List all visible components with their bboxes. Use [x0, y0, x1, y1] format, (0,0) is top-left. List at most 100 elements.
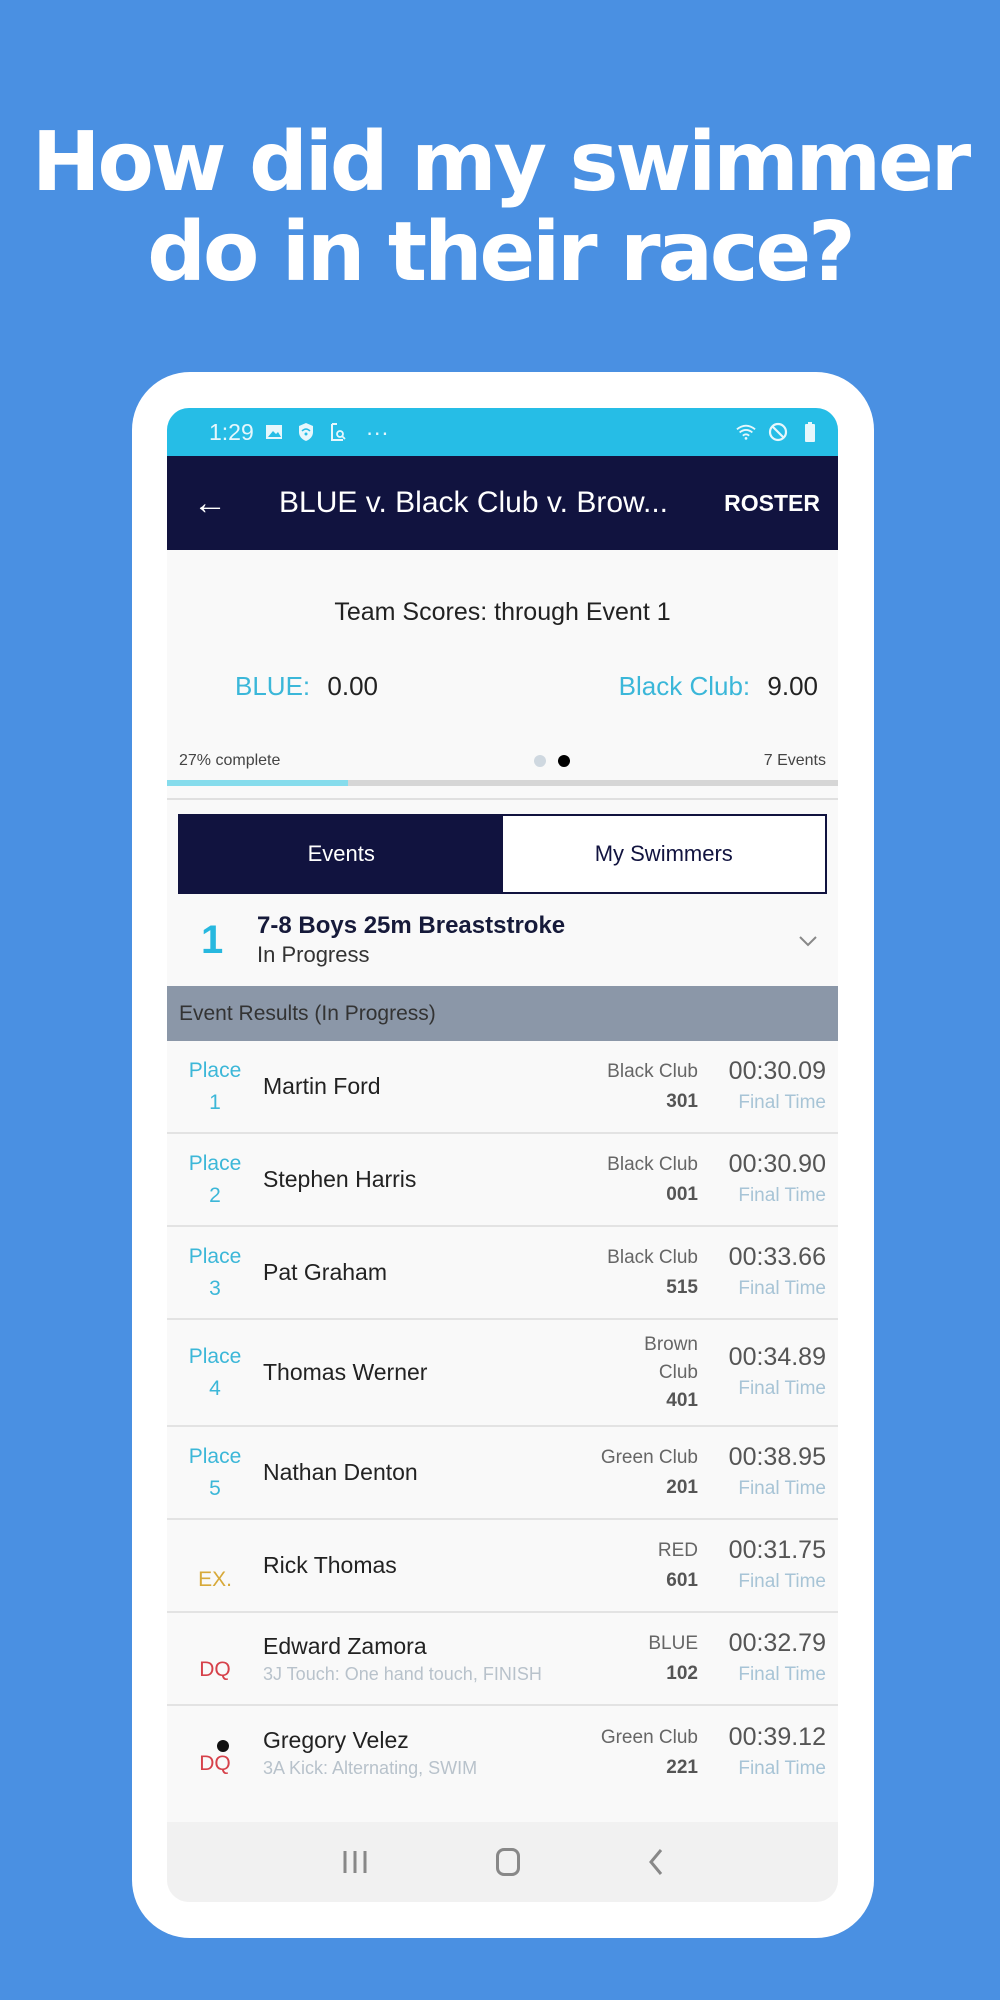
- team-name: Brown Club: [644, 1333, 698, 1383]
- time-cell: 00:39.12 Final Time: [698, 1721, 826, 1785]
- team-score-value: 0.00: [327, 671, 378, 701]
- place-label: Place: [188, 1244, 242, 1268]
- place-label: Place: [188, 1058, 242, 1082]
- place-label: Place: [188, 1151, 242, 1175]
- team-name: Black Club: [607, 1153, 698, 1175]
- do-not-disturb-icon: [768, 422, 788, 442]
- page-dot[interactable]: [534, 755, 547, 767]
- swim-time: 00:32.79: [728, 1628, 826, 1657]
- team-number: 401: [666, 1389, 698, 1411]
- result-row[interactable]: DQ Edward Zamora 3J Touch: One hand touc…: [167, 1613, 838, 1706]
- team-number: 221: [666, 1756, 698, 1778]
- result-row[interactable]: EX. Rick Thomas RED 601 00:31.75 Final T…: [167, 1520, 838, 1613]
- progress-text: 27% complete: [179, 752, 281, 769]
- result-row[interactable]: DQ Gregory Velez 3A Kick: Alternating, S…: [167, 1706, 838, 1799]
- team-number: 301: [666, 1090, 698, 1112]
- time-label: Final Time: [738, 1570, 826, 1592]
- page-dot-active[interactable]: [558, 755, 571, 767]
- team-number: 102: [666, 1662, 698, 1684]
- results-list: Place 1 Martin Ford Black Club 301 00:30…: [167, 1041, 838, 1799]
- swimmer-name: Thomas Werner: [263, 1359, 428, 1385]
- result-row[interactable]: Place 2 Stephen Harris Black Club 001 00…: [167, 1134, 838, 1227]
- progress-meta: 27% complete 7 Events: [167, 752, 838, 770]
- swim-time: 00:39.12: [728, 1722, 826, 1751]
- name-cell: Rick Thomas: [263, 1552, 588, 1579]
- time-label: Final Time: [738, 1757, 826, 1779]
- place-cell: Place 2: [167, 1148, 263, 1212]
- place-number: 2: [209, 1183, 221, 1207]
- swim-time: 00:30.90: [728, 1149, 826, 1178]
- time-label: Final Time: [738, 1663, 826, 1685]
- wifi-icon: [736, 422, 756, 442]
- team-number: 601: [666, 1569, 698, 1591]
- phone-screen: 1:29 ··· ← BLUE v. Black Club v. Brow...…: [167, 408, 838, 1902]
- team-name: BLUE: [648, 1632, 698, 1654]
- team-cell: Black Club 515: [588, 1243, 698, 1303]
- swim-time: 00:38.95: [728, 1442, 826, 1471]
- swimmer-name: Nathan Denton: [263, 1459, 418, 1485]
- team-scores-title: Team Scores: through Event 1: [334, 598, 671, 626]
- home-icon: [495, 1848, 520, 1876]
- time-cell: 00:32.79 Final Time: [698, 1627, 826, 1691]
- tab-events[interactable]: Events: [180, 816, 503, 892]
- event-status: In Progress: [257, 942, 370, 967]
- place-cell: DQ: [167, 1726, 263, 1780]
- result-row[interactable]: Place 4 Thomas Werner Brown Club 401 00:…: [167, 1320, 838, 1427]
- android-nav-bar: [167, 1822, 838, 1902]
- swimmer-name: Pat Graham: [263, 1259, 387, 1285]
- team-score-value: 9.00: [767, 671, 818, 701]
- team-name: Black Club: [607, 1060, 698, 1082]
- place-cell: EX.: [167, 1536, 263, 1596]
- team-name: RED: [657, 1539, 698, 1561]
- name-cell: Thomas Werner: [263, 1359, 588, 1386]
- status-time: 1:29: [209, 418, 254, 445]
- progress-bar-fill: [167, 780, 349, 786]
- swimmer-name: Gregory Velez: [263, 1726, 409, 1753]
- place-cell: Place 1: [167, 1055, 263, 1119]
- home-button[interactable]: [495, 1848, 520, 1876]
- swim-time: 00:34.89: [728, 1342, 826, 1371]
- swimmer-name: Martin Ford: [263, 1073, 381, 1099]
- status-bar: 1:29 ···: [167, 408, 838, 456]
- promo-headline: How did my swimmer do in their race?: [0, 118, 1000, 298]
- place-number: 4: [209, 1376, 221, 1400]
- team-cell: BLUE 102: [588, 1629, 698, 1689]
- team-name: Green Club: [600, 1726, 698, 1748]
- time-cell: 00:34.89 Final Time: [698, 1341, 826, 1405]
- app-bar: ← BLUE v. Black Club v. Brow... ROSTER: [167, 456, 838, 550]
- swim-time: 00:30.09: [728, 1056, 826, 1085]
- team-label: Black Club:: [618, 671, 751, 701]
- time-cell: 00:33.66 Final Time: [698, 1241, 826, 1305]
- team-number: 515: [666, 1276, 698, 1298]
- team-number: 001: [666, 1183, 698, 1205]
- time-label: Final Time: [738, 1277, 826, 1299]
- place-label: Place: [188, 1444, 242, 1468]
- result-row[interactable]: Place 3 Pat Graham Black Club 515 00:33.…: [167, 1227, 838, 1320]
- tab-bar: Events My Swimmers: [178, 814, 827, 894]
- event-header[interactable]: 1 7-8 Boys 25m Breaststroke In Progress: [167, 894, 838, 986]
- team-cell: Green Club 201: [588, 1443, 698, 1503]
- name-cell: Pat Graham: [263, 1259, 588, 1286]
- place-number: 3: [209, 1276, 221, 1300]
- result-row[interactable]: Place 5 Nathan Denton Green Club 201 00:…: [167, 1427, 838, 1520]
- team-cell: Brown Club 401: [588, 1331, 698, 1415]
- name-cell: Martin Ford: [263, 1073, 588, 1100]
- team-scores-row: BLUE: 0.00 Black Club: 9.00: [167, 671, 838, 702]
- place-number: 5: [209, 1476, 221, 1500]
- roster-button[interactable]: ROSTER: [724, 490, 820, 517]
- time-label: Final Time: [738, 1477, 826, 1499]
- team-cell: Green Club 221: [588, 1723, 698, 1783]
- image-icon: [264, 422, 284, 442]
- tab-my-swimmers[interactable]: My Swimmers: [502, 816, 825, 892]
- time-label: Final Time: [738, 1091, 826, 1113]
- result-row[interactable]: Place 1 Martin Ford Black Club 301 00:30…: [167, 1041, 838, 1134]
- team-number: 201: [666, 1476, 698, 1498]
- back-arrow-icon[interactable]: ←: [193, 484, 253, 523]
- chevron-down-icon[interactable]: [798, 926, 818, 954]
- divider: [167, 798, 838, 800]
- results-header: Event Results (In Progress): [167, 986, 838, 1041]
- page-indicator[interactable]: [534, 755, 571, 767]
- recent-apps-button[interactable]: [341, 1849, 369, 1875]
- back-button[interactable]: [647, 1848, 665, 1876]
- time-cell: 00:38.95 Final Time: [698, 1441, 826, 1505]
